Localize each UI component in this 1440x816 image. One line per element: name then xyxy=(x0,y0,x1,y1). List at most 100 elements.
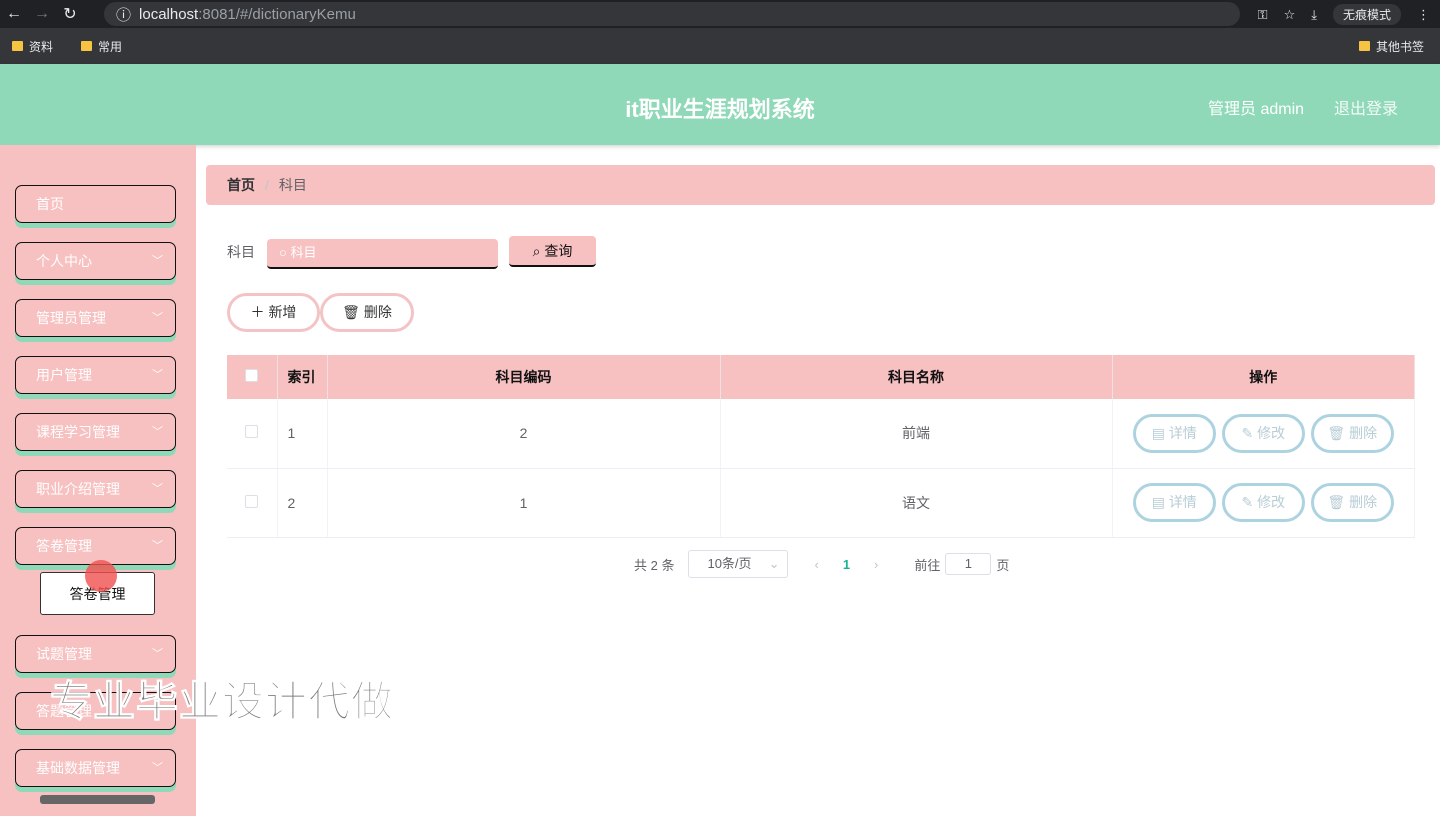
page-suffix: 页 xyxy=(996,557,1010,573)
edit-label: 修改 xyxy=(1257,424,1286,441)
menu-label: 基础数据管理 xyxy=(36,760,120,776)
search-placeholder: 科目 xyxy=(290,245,317,260)
info-icon: ⓘ xyxy=(116,6,132,24)
bookmark-label: 其他书签 xyxy=(1375,39,1424,54)
edit-label: 修改 xyxy=(1257,494,1286,510)
sidebar-item-career[interactable]: 职业介绍管理 ﹀ xyxy=(15,470,176,508)
bookmark-label: 常用 xyxy=(98,39,123,54)
cell-name: 语文 xyxy=(720,468,1113,538)
edit-button[interactable]: ✎ 修改 xyxy=(1221,483,1305,522)
query-label: 查询 xyxy=(544,243,573,259)
other-bookmarks[interactable]: 其他书签 xyxy=(1358,38,1424,55)
prev-page-icon[interactable]: ‹ xyxy=(814,557,818,572)
sidebar-item-course[interactable]: 课程学习管理 ﹀ xyxy=(15,413,176,451)
col-code: 科目编码 xyxy=(327,355,721,399)
breadcrumb-separator: / xyxy=(265,177,269,193)
query-button[interactable]: ⌕ 查询 xyxy=(509,236,596,267)
edit-button[interactable]: ✎ 修改 xyxy=(1221,413,1305,453)
url-path: :8081/#/dictionaryKemu xyxy=(198,5,356,23)
download-icon[interactable]: ⤓ xyxy=(1311,7,1317,23)
col-index: 索引 xyxy=(277,355,328,399)
cell-code: 1 xyxy=(327,468,721,538)
back-icon[interactable]: ← xyxy=(0,5,28,23)
folder-icon xyxy=(12,41,23,51)
cursor-highlight-icon xyxy=(85,560,117,592)
browser-toolbar: ← → ↻ ⓘ localhost:8081/#/dictionaryKemu ⚿… xyxy=(0,0,1440,28)
url-host: localhost xyxy=(139,5,199,23)
search-icon: ⌕ xyxy=(532,243,545,259)
menu-label: 答卷管理 xyxy=(36,538,92,554)
page-size-select[interactable]: 10条/页 ⌄ xyxy=(688,550,789,578)
col-name: 科目名称 xyxy=(720,355,1113,399)
menu-label: 试题管理 xyxy=(36,646,92,662)
table-header: 索引 科目编码 科目名称 操作 xyxy=(227,355,1415,399)
table-row: 2 1 语文 ▤ 详情 ✎ 修改 🗑 删除 xyxy=(227,468,1415,538)
menu-label: 用户管理 xyxy=(36,367,92,383)
detail-button[interactable]: ▤ 详情 xyxy=(1132,483,1216,522)
delete-label: 删除 xyxy=(1349,494,1378,510)
bookmark-item[interactable]: 资料 xyxy=(12,38,53,55)
menu-label: 管理员管理 xyxy=(36,310,106,326)
detail-label: 详情 xyxy=(1168,494,1197,510)
detail-button[interactable]: ▤ 详情 xyxy=(1132,413,1216,453)
trash-icon: 🗑 xyxy=(342,304,364,320)
search-icon: ○ xyxy=(279,245,291,260)
current-user: 管理员 admin xyxy=(1208,101,1305,118)
cell-index: 1 xyxy=(277,399,328,469)
sidebar-item-exam-papers[interactable]: 答卷管理 ﹀ xyxy=(15,527,176,565)
page-number[interactable]: 1 xyxy=(843,557,850,572)
breadcrumb: 首页 / 科目 xyxy=(206,165,1435,205)
key-icon[interactable]: ⚿ xyxy=(1258,7,1268,23)
bookmarks-bar: 资料 常用 其他书签 xyxy=(0,28,1440,64)
search-input[interactable]: ○ 科目 xyxy=(267,239,498,269)
sidebar-item-users[interactable]: 用户管理 ﹀ xyxy=(15,356,176,394)
folder-icon xyxy=(81,41,93,51)
chevron-down-icon: ﹀ xyxy=(152,483,163,495)
menu-label: 首页 xyxy=(36,196,64,212)
delete-label: 删除 xyxy=(363,304,392,320)
pagination: 共 2 条 10条/页 ⌄ ‹ 1 › 前往 1 页 xyxy=(634,550,1009,578)
chevron-down-icon: ﹀ xyxy=(152,255,163,267)
chevron-down-icon: ﹀ xyxy=(152,369,163,381)
page-size-value: 10条/页 xyxy=(707,556,752,571)
total-count: 共 2 条 xyxy=(634,557,675,573)
cell-name: 前端 xyxy=(720,399,1113,469)
menu-label: 职业介绍管理 xyxy=(36,481,120,497)
bookmark-item[interactable]: 常用 xyxy=(81,38,122,55)
breadcrumb-home[interactable]: 首页 xyxy=(227,177,255,193)
plus-icon: ＋ xyxy=(250,304,269,320)
chevron-down-icon: ﹀ xyxy=(152,648,163,660)
breadcrumb-current: 科目 xyxy=(278,177,307,193)
add-button[interactable]: ＋ 新增 xyxy=(227,293,320,332)
add-label: 新增 xyxy=(268,304,297,320)
sidebar-item-home[interactable]: 首页 xyxy=(15,185,176,223)
menu-icon[interactable]: ⋮ xyxy=(1417,7,1430,23)
forward-icon[interactable]: → xyxy=(28,5,56,23)
checkbox[interactable] xyxy=(245,369,259,382)
address-bar[interactable]: ⓘ localhost:8081/#/dictionaryKemu xyxy=(104,2,1240,26)
chevron-down-icon: ⌄ xyxy=(768,556,780,571)
sidebar-scrollbar[interactable] xyxy=(40,795,155,804)
row-delete-button[interactable]: 🗑 删除 xyxy=(1310,413,1394,453)
table-row: 1 2 前端 ▤ 详情 ✎ 修改 🗑 删除 xyxy=(227,399,1415,469)
sidebar-item-profile[interactable]: 个人中心 ﹀ xyxy=(15,242,176,280)
delete-button[interactable]: 🗑 删除 xyxy=(320,293,414,332)
chevron-down-icon: ﹀ xyxy=(152,540,163,552)
star-icon[interactable]: ☆ xyxy=(1284,7,1296,23)
select-all-checkbox[interactable] xyxy=(227,355,278,399)
logout-link[interactable]: 退出登录 xyxy=(1334,95,1398,119)
next-page-icon[interactable]: › xyxy=(874,557,878,572)
reload-icon[interactable]: ↻ xyxy=(56,4,84,24)
chevron-down-icon: ﹀ xyxy=(152,426,163,438)
delete-label: 删除 xyxy=(1349,424,1378,441)
row-checkbox[interactable] xyxy=(245,494,259,508)
goto-input[interactable]: 1 xyxy=(945,553,992,575)
menu-label: 课程学习管理 xyxy=(36,424,120,440)
sidebar-item-basic-data[interactable]: 基础数据管理 ﹀ xyxy=(15,749,176,787)
incognito-badge[interactable]: 无痕模式 xyxy=(1332,4,1401,25)
row-checkbox[interactable] xyxy=(245,425,259,439)
row-delete-button[interactable]: 🗑 删除 xyxy=(1310,483,1394,522)
cell-code: 2 xyxy=(327,399,721,469)
folder-icon xyxy=(1358,41,1370,51)
sidebar-item-admin[interactable]: 管理员管理 ﹀ xyxy=(15,299,176,337)
